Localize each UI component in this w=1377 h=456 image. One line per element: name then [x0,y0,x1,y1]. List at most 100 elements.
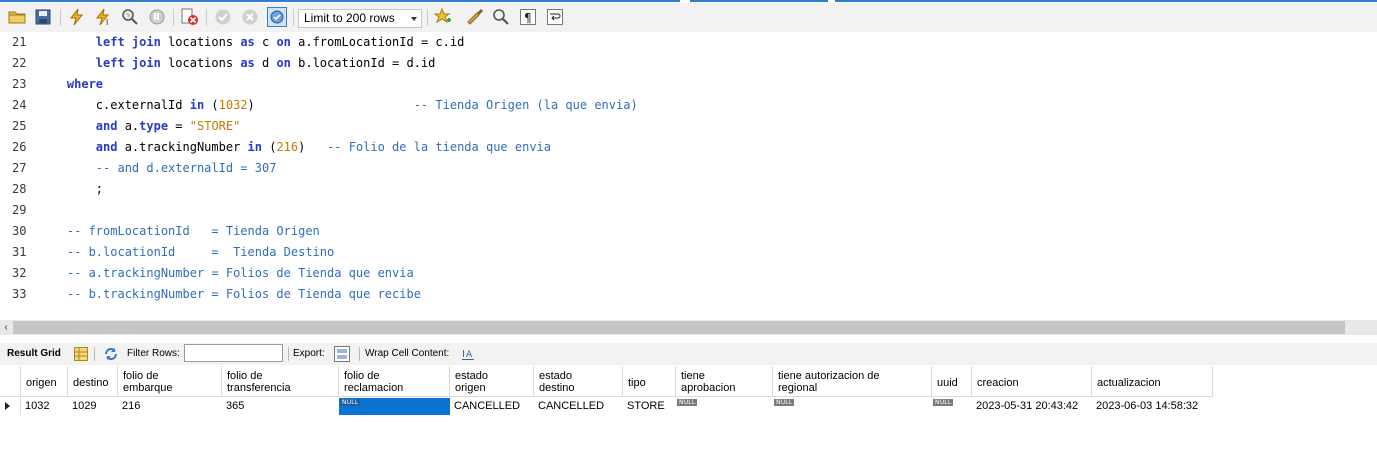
code-token: and [95,140,118,154]
column-header-folio-transferencia[interactable]: folio de transferencia [222,366,339,397]
table-cell-folio-transferencia[interactable]: 365 [222,398,339,415]
column-header-label: destino [73,377,109,389]
code-token: ( [261,140,277,154]
code-text: where [38,74,103,95]
column-header-actualizacion[interactable]: actualizacion [1092,366,1213,397]
execute-icon[interactable] [66,7,86,27]
table-cell-creacion[interactable]: 2023-05-31 20:43:42 [972,398,1092,415]
table-cell-tiene-aprobacion[interactable]: NULL [676,398,773,415]
column-header-estado-destino[interactable]: estado destino [534,366,623,397]
limit-rows-select[interactable]: Limit to 200 rows [298,9,422,28]
column-header-label: transferencia [227,382,291,394]
code-line[interactable]: 25 and a.type = "STORE" [0,116,1377,137]
column-header-folio-embarque[interactable]: folio de embarque [118,366,222,397]
column-header-label: creacion [977,377,1019,389]
code-token: 216 [276,140,299,154]
column-header-folio-reclamacion[interactable]: folio de reclamacion [339,366,450,397]
code-line[interactable]: 24 c.externalId in (1032) -- Tienda Orig… [0,95,1377,116]
column-header-tiene-aprobacion[interactable]: tiene aprobacion [676,366,773,397]
code-token: c.externalId [95,98,190,112]
table-cell-folio-embarque[interactable]: 216 [118,398,222,415]
code-token: and [95,119,118,133]
result-toolbar: Result Grid Filter Rows: Export: Wrap Ce… [0,343,1377,365]
line-number: 21 [12,35,27,49]
table-cell-tipo[interactable]: STORE [623,398,676,415]
column-header-tipo[interactable]: tipo [623,366,676,397]
column-header-destino[interactable]: destino [68,366,118,397]
column-header-uuid[interactable]: uuid [932,366,972,397]
export-icon[interactable] [334,346,350,362]
code-text: ; [38,179,103,200]
sql-editor[interactable]: 21 left join locations as c on a.fromLoc… [0,32,1377,320]
wrap-cell-icon[interactable]: IA [460,346,476,362]
result-grid[interactable]: origen 1032 destino 1029 folio de embarque 216… [0,366,1377,456]
open-folder-icon[interactable] [7,7,27,27]
code-line[interactable]: 23 where [0,74,1377,95]
column-header-tiene-autorizacion[interactable]: tiene autorizacion de regional [773,366,932,397]
code-token: locations [160,56,241,70]
code-token: -- b.trackingNumber = Folios de Tienda q… [66,287,421,301]
editor-horizontal-scrollbar[interactable]: ‹ [0,320,1377,335]
line-number: 26 [12,140,27,154]
code-line[interactable]: 30 -- fromLocationId = Tienda Origen [0,221,1377,242]
code-text: left join locations as d on b.locationId… [38,53,436,74]
column-header-creacion[interactable]: creacion [972,366,1092,397]
code-token: in [189,98,205,112]
code-text: -- fromLocationId = Tienda Origen [38,221,320,242]
table-cell-estado-destino[interactable]: CANCELLED [534,398,623,415]
code-line[interactable]: 31 -- b.locationId = Tienda Destino [0,242,1377,263]
column-header-estado-origen[interactable]: estado origen [450,366,534,397]
code-token: ; [95,182,104,196]
column-header-label: origen [455,382,486,394]
table-cell-actualizacion[interactable]: 2023-06-03 14:58:32 [1092,398,1213,415]
toggle-error-stop-icon[interactable] [180,7,200,27]
code-line[interactable]: 32 -- a.trackingNumber = Folios de Tiend… [0,263,1377,284]
commit-icon[interactable] [213,7,233,27]
rollback-icon[interactable] [240,7,260,27]
column-header-label: folio de [227,370,263,382]
code-text: c.externalId in (1032) -- Tienda Origen … [38,95,638,116]
bookmark-icon[interactable] [433,7,453,27]
filter-rows-input[interactable] [184,344,283,362]
save-icon[interactable] [33,7,53,27]
execute-current-icon[interactable]: I [93,7,113,27]
code-token: 1032 [218,98,248,112]
table-cell-uuid[interactable]: NULL [932,398,972,415]
stop-icon[interactable] [147,7,167,27]
column-header-label: folio de [123,370,159,382]
table-cell-origen[interactable]: 1032 [21,398,68,415]
scrollbar-thumb[interactable] [13,321,1345,334]
invisible-chars-icon[interactable]: ¶ [518,7,538,27]
cell-value: CANCELLED [454,400,521,412]
find-icon[interactable] [491,7,511,27]
code-line[interactable]: 27 -- and d.externalId = 307 [0,158,1377,179]
grid-view-icon[interactable] [73,346,89,362]
beautify-icon[interactable] [465,7,485,27]
code-token: ( [204,98,219,112]
scroll-left-icon[interactable]: ‹ [0,320,12,335]
code-token: type [139,119,169,133]
autocommit-icon[interactable] [267,7,287,27]
column-header-label: destino [539,382,575,394]
column-header-label: regional [778,382,818,394]
column-header-origen[interactable]: origen [21,366,68,397]
result-grid-tab[interactable]: Result Grid [7,348,61,359]
code-line[interactable]: 21 left join locations as c on a.fromLoc… [0,32,1377,53]
code-line[interactable]: 29 [0,200,1377,221]
code-line[interactable]: 22 left join locations as d on b.locatio… [0,53,1377,74]
row-selector[interactable] [0,398,21,415]
code-line[interactable]: 26 and a.trackingNumber in (216) -- Foli… [0,137,1377,158]
code-line[interactable]: 28 ; [0,179,1377,200]
table-cell-estado-origen[interactable]: CANCELLED [450,398,534,415]
table-cell-tiene-autorizacion[interactable]: NULL [773,398,932,415]
code-token: -- fromLocationId = Tienda Origen [66,224,320,238]
code-token: ) [247,98,414,112]
table-cell-destino[interactable]: 1029 [68,398,118,415]
code-line[interactable]: 33 -- b.trackingNumber = Folios de Tiend… [0,284,1377,305]
column-header-label: actualizacion [1097,377,1161,389]
wrap-icon[interactable] [545,7,565,27]
refresh-icon[interactable] [103,346,119,362]
explain-icon[interactable] [120,7,140,27]
table-cell-folio-reclamacion[interactable]: NULL [339,398,450,415]
